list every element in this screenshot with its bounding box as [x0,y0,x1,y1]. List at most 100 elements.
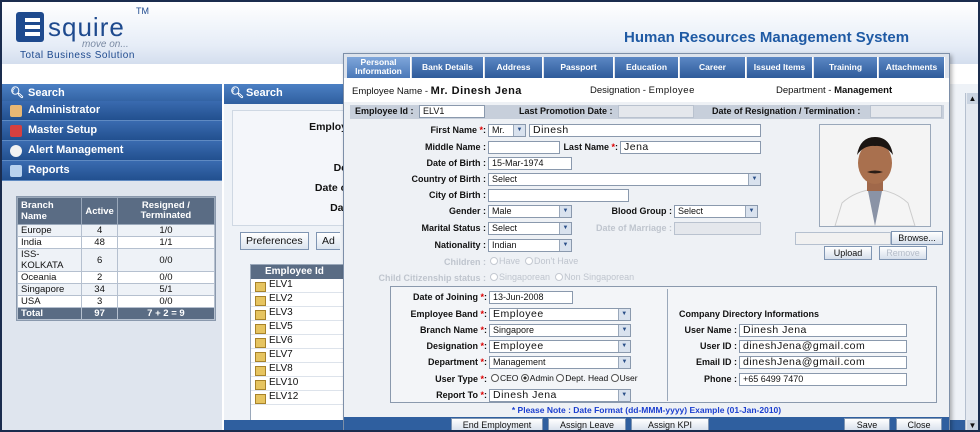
gender-select[interactable]: Male ▼ [488,205,572,218]
tab-attachments[interactable]: Attachments [879,57,945,78]
photo-path-field[interactable] [795,232,891,245]
department-select[interactable]: Management ▼ [489,356,631,369]
tab-bar: Personal Information Bank Details Addres… [344,54,949,78]
branch-name-cell: Singapore [16,283,83,296]
report-to-select[interactable]: Dinesh Jena ▼ [489,389,631,402]
designation-select[interactable]: Employee ▼ [489,340,631,353]
city-of-birth-field[interactable] [488,189,629,202]
tab-career[interactable]: Career [680,57,746,78]
branch-name-select[interactable]: Singapore ▼ [489,324,631,337]
tab-passport[interactable]: Passport [544,57,614,78]
radio-non-singaporean[interactable] [555,273,564,281]
radio-have[interactable] [490,257,498,265]
tab-issued-items[interactable]: Issued Items [747,57,813,78]
list-item[interactable]: ELV2 [251,293,345,307]
chevron-down-icon: ▼ [618,357,630,368]
blood-group-select[interactable]: Select ▼ [674,205,758,218]
chevron-down-icon: ▼ [559,240,571,251]
tab-training[interactable]: Training [814,57,878,78]
scroll-up-icon[interactable]: ▲ [967,93,978,104]
nationality-value: Indian [492,240,517,250]
nav-item-reports[interactable]: Reports [2,161,222,181]
close-button[interactable]: Close [896,418,942,430]
report-to-value: Dinesh Jena [493,389,557,401]
preferences-button[interactable]: Preferences [240,232,309,250]
title-select[interactable]: Mr. ▼ [488,124,526,137]
list-item[interactable]: ELV6 [251,335,345,349]
assign-kpi-button[interactable]: Assign KPI [631,418,709,430]
table-row: Europe 4 1/0 [16,224,216,237]
country-of-birth-select[interactable]: Select ▼ [488,173,761,186]
scroll-down-icon[interactable]: ▼ [967,420,978,430]
vertical-scrollbar[interactable]: ▲ ▼ [965,93,978,430]
main-search-header[interactable]: 🔍︎ Search [224,84,354,104]
radio-singaporean[interactable] [490,273,498,281]
upload-button[interactable]: Upload [824,246,872,260]
date-of-joining-field[interactable]: 13-Jun-2008 [489,291,573,304]
employee-band-select[interactable]: Employee ▼ [489,308,631,321]
list-item[interactable]: ELV1 [251,279,345,293]
city-of-birth-label: City of Birth : [429,190,486,200]
list-item[interactable]: ELV10 [251,377,345,391]
nav-item-label: Administrator [28,104,101,116]
assign-leave-button[interactable]: Assign Leave [548,418,626,430]
end-employment-button[interactable]: End Employment [451,418,543,430]
marital-status-value: Select [492,223,518,233]
nav-item-alert-management[interactable]: Alert Management [2,141,222,161]
radio-dont-have[interactable] [525,257,534,265]
employee-details-dialog: Personal Information Bank Details Addres… [343,53,950,430]
user-id-field[interactable]: dineshJena@gmail.com [739,340,907,353]
save-button[interactable]: Save [844,418,890,430]
user-name-field[interactable]: Dinesh Jena [739,324,907,337]
list-item[interactable]: ELV3 [251,307,345,321]
required-mark: * [480,357,484,367]
date-of-birth-field[interactable]: 15-Mar-1974 [488,157,572,170]
list-item[interactable]: ELV5 [251,321,345,335]
title-value: Mr. [492,125,505,135]
department-info: Department - Management [776,85,892,96]
dialog-footer: End Employment Assign Leave Assign KPI S… [344,417,949,430]
branch-name-label: Branch Name *: [419,325,487,335]
table-total-row: Total 97 7 + 2 = 9 [16,307,216,320]
tab-address[interactable]: Address [485,57,543,78]
marital-status-select[interactable]: Select ▼ [488,222,572,235]
middle-name-field[interactable] [488,141,560,154]
active-cell: 4 [81,224,118,237]
tab-education[interactable]: Education [615,57,679,78]
radio-dept-head[interactable] [556,374,565,382]
nationality-select[interactable]: Indian ▼ [488,239,572,252]
report-to-label: Report To *: [436,390,487,400]
resignation-date-field [870,105,942,118]
bookmark-icon [10,125,22,137]
radio-admin[interactable] [520,374,529,382]
tab-bank-details[interactable]: Bank Details [412,57,484,78]
remove-button[interactable]: Remove [879,246,927,260]
nav-item-administrator[interactable]: Administrator [2,101,222,121]
branch-summary-table: Branch Name Active Resigned / Terminated… [16,197,216,320]
branch-name-cell: India [16,236,83,249]
list-item[interactable]: ELV8 [251,363,345,377]
main-search-label: Search [246,87,283,99]
date-of-marriage-field [674,222,761,235]
add-button[interactable]: Ad [316,232,340,250]
browse-button[interactable]: Browse... [891,231,943,245]
email-id-field[interactable]: dineshJena@gmail.com [739,356,907,369]
date-of-birth-label: Date of Birth : [426,158,487,168]
total-label: Total [16,307,83,320]
resigned-cell: 1/0 [116,224,216,237]
nav-item-master-setup[interactable]: Master Setup [2,121,222,141]
branch-name-label-text: Branch Name [419,325,478,335]
chevron-down-icon: ▼ [559,223,571,234]
radio-ceo[interactable] [491,374,499,382]
radio-dept-head-label: Dept. Head [565,373,609,383]
search-criteria-panel: Employ De Date o Dat [232,110,352,226]
resigned-cell: 1/1 [116,236,216,249]
last-name-field[interactable]: Jena [620,141,761,154]
list-item[interactable]: ELV7 [251,349,345,363]
children-radio-group: Have Don't Have [490,256,578,266]
list-item[interactable]: ELV12 [251,391,345,405]
first-name-field[interactable]: Dinesh [529,124,761,137]
tab-personal-information[interactable]: Personal Information [347,57,411,78]
radio-user[interactable] [610,374,619,382]
phone-field[interactable]: +65 6499 7470 [739,373,907,386]
